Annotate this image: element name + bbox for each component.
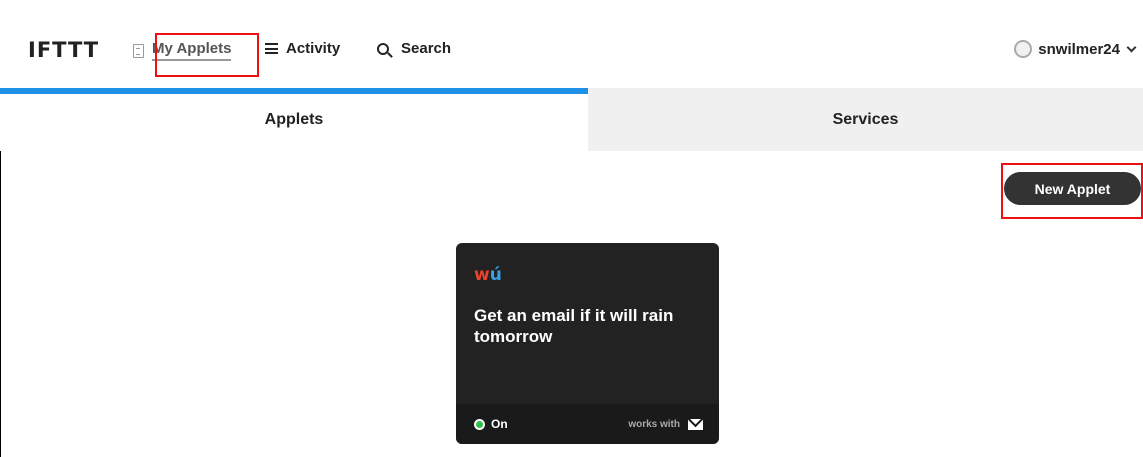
mail-icon bbox=[688, 418, 703, 430]
applet-card[interactable]: wú Get an email if it will rain tomorrow… bbox=[456, 243, 719, 444]
nav-activity[interactable]: Activity bbox=[265, 40, 340, 57]
applet-title: Get an email if it will rain tomorrow bbox=[474, 306, 674, 346]
tab-services[interactable]: Services bbox=[588, 88, 1143, 151]
nav-activity-label: Activity bbox=[286, 40, 341, 57]
nav-my-applets[interactable]: My Applets bbox=[133, 40, 232, 61]
works-with-label: works with bbox=[628, 418, 680, 430]
chevron-down-icon bbox=[1126, 42, 1137, 52]
ifttt-logo[interactable]: IFTTT bbox=[28, 38, 99, 62]
user-menu[interactable]: snwilmer24 bbox=[1014, 40, 1137, 58]
applet-status[interactable]: On bbox=[474, 417, 508, 431]
nav-search-label: Search bbox=[401, 40, 452, 57]
search-icon bbox=[377, 42, 389, 55]
avatar bbox=[1014, 40, 1033, 58]
works-with: works with bbox=[628, 418, 703, 430]
list-icon bbox=[265, 43, 278, 54]
tab-bar: Applets Services bbox=[0, 88, 1143, 151]
new-applet-button[interactable]: New Applet bbox=[1004, 172, 1141, 205]
applet-card-footer: On works with bbox=[456, 404, 719, 444]
tab-applets[interactable]: Applets bbox=[0, 88, 588, 151]
nav-my-applets-label: My Applets bbox=[152, 40, 232, 61]
document-icon bbox=[133, 43, 144, 58]
weather-underground-logo: wú bbox=[474, 265, 502, 285]
nav-search[interactable]: Search bbox=[377, 40, 451, 57]
status-on-icon bbox=[474, 418, 485, 430]
username: snwilmer24 bbox=[1038, 40, 1120, 58]
top-navbar: IFTTT My Applets Activity Search snwilme… bbox=[0, 0, 1143, 88]
applet-status-label: On bbox=[491, 417, 508, 431]
